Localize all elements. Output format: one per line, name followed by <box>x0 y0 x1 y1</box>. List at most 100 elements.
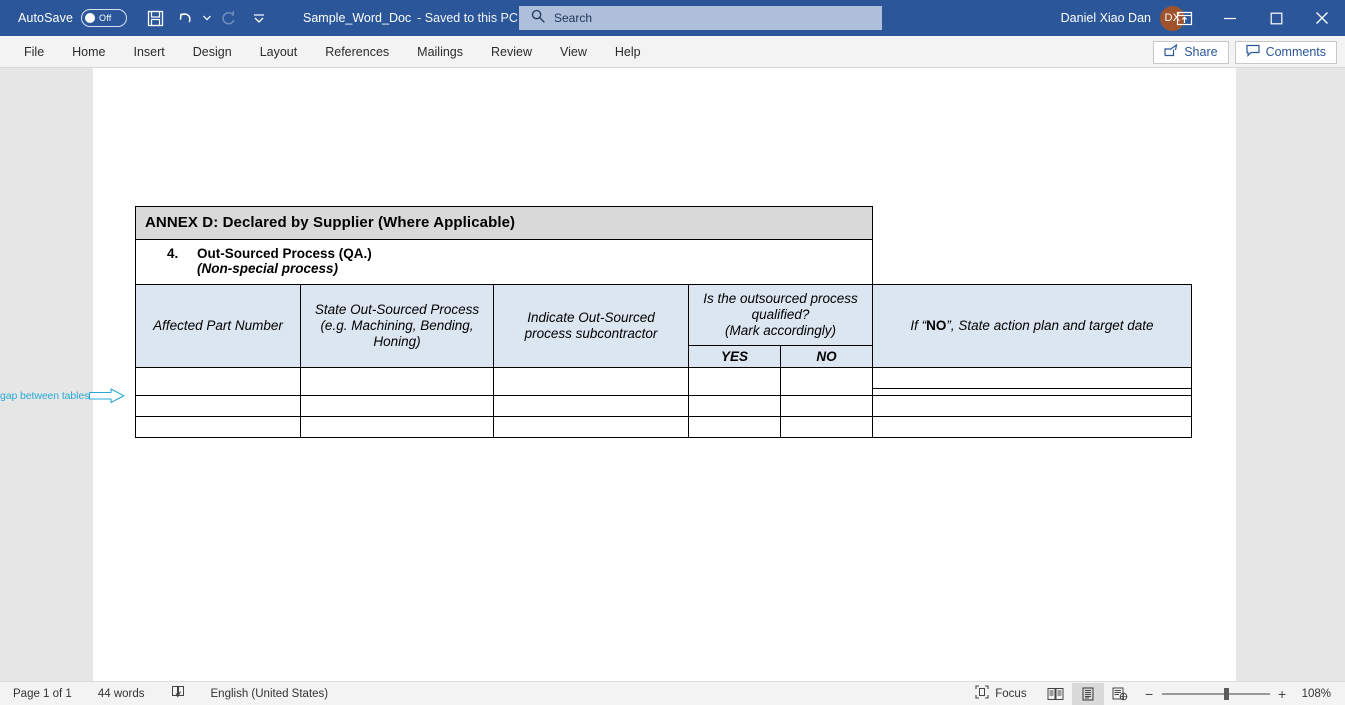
status-left-group: Page 1 of 1 44 words English (United Sta… <box>0 685 341 702</box>
gap-annotation-label: gap between tables <box>0 390 90 402</box>
undo-icon[interactable] <box>171 5 199 31</box>
zoom-level[interactable]: 108% <box>1296 688 1339 700</box>
save-status: - Saved to this PC <box>417 11 518 25</box>
zoom-track[interactable] <box>1161 687 1270 700</box>
redo-icon <box>215 5 243 31</box>
col2-line1: State Out-Sourced Process <box>314 302 480 317</box>
document-title-area[interactable]: Sample_Word_Doc - Saved to this PC <box>303 11 533 25</box>
annex-d-table[interactable]: ANNEX D: Declared by Supplier (Where App… <box>135 206 1192 410</box>
word-count[interactable]: 44 words <box>85 688 158 700</box>
annex-title-cell[interactable]: ANNEX D: Declared by Supplier (Where App… <box>135 206 873 240</box>
zoom-thumb[interactable] <box>1223 687 1229 700</box>
comments-button[interactable]: Comments <box>1234 40 1337 64</box>
cell-no-r2[interactable] <box>780 395 873 417</box>
tab-home[interactable]: Home <box>58 36 119 68</box>
col2-line3: Honing) <box>373 333 421 349</box>
col-header-no[interactable]: NO <box>780 344 873 368</box>
table-row[interactable] <box>135 395 1192 417</box>
tab-references[interactable]: References <box>311 36 403 68</box>
col-header-action-plan[interactable]: If “NO”, State action plan and target da… <box>872 284 1192 368</box>
cell-process-r2[interactable] <box>300 395 494 417</box>
cell-process-r3[interactable] <box>300 416 494 438</box>
minimize-icon[interactable] <box>1207 0 1253 36</box>
tab-help[interactable]: Help <box>601 36 655 68</box>
autosave-toggle-knob <box>85 13 96 23</box>
save-icon[interactable] <box>141 5 169 31</box>
autosave-control[interactable]: AutoSave Off <box>18 9 128 27</box>
proofing-errors-icon <box>171 685 185 702</box>
table-row-section-heading: 4. Out-Sourced Process (QA.) (Non-special… <box>135 239 1192 285</box>
autosave-label: AutoSave <box>18 11 74 25</box>
language-indicator[interactable]: English (United States) <box>198 688 342 700</box>
document-workspace[interactable]: ANNEX D: Declared by Supplier (Where App… <box>0 68 1345 681</box>
focus-mode-icon <box>975 685 989 702</box>
cell-yes-r2[interactable] <box>688 395 781 417</box>
search-icon <box>531 9 545 28</box>
col-header-qualified-question[interactable]: Is the outsourced process qualified? (Ma… <box>688 284 873 346</box>
user-name: Daniel Xiao Dan <box>1060 11 1151 25</box>
document-page[interactable]: ANNEX D: Declared by Supplier (Where App… <box>93 68 1236 681</box>
col-header-state-outsourced-process[interactable]: State Out-Sourced Process (e.g. Machinin… <box>300 284 494 368</box>
proofing-status[interactable] <box>158 685 198 702</box>
share-icon <box>1164 43 1178 60</box>
status-right-group: Focus − + 108% <box>962 682 1339 705</box>
col-header-affected-part-number[interactable]: Affected Part Number <box>135 284 301 368</box>
title-bar: AutoSave Off Sample_Word_Doc - Saved to … <box>0 0 1345 36</box>
tab-mailings[interactable]: Mailings <box>403 36 477 68</box>
comment-icon <box>1245 44 1260 60</box>
table-row-column-headers: Affected Part Number State Out-Sourced P… <box>135 284 1192 368</box>
table-row[interactable] <box>135 416 1192 438</box>
undo-dropdown-icon[interactable] <box>201 5 213 31</box>
tab-layout[interactable]: Layout <box>246 36 312 68</box>
section-title: Out-Sourced Process (QA.) <box>197 246 372 261</box>
col3-line1: Indicate Out-Sourced <box>527 309 655 325</box>
table-row[interactable] <box>135 366 1192 410</box>
col-header-indicate-subcontractor[interactable]: Indicate Out-Sourced process subcontract… <box>493 284 689 368</box>
page-indicator[interactable]: Page 1 of 1 <box>0 688 85 700</box>
ribbon-actions: Share Comments <box>1153 36 1337 68</box>
window-controls <box>1161 0 1345 36</box>
search-input[interactable]: Search <box>519 6 882 30</box>
web-layout-icon[interactable] <box>1104 683 1136 705</box>
ribbon-tabs: File Home Insert Design Layout Reference… <box>10 36 655 68</box>
comments-label: Comments <box>1265 45 1326 59</box>
close-icon[interactable] <box>1299 0 1345 36</box>
tab-design[interactable]: Design <box>179 36 246 68</box>
cell-subcontractor-r3[interactable] <box>493 416 689 438</box>
customize-quick-access-icon[interactable] <box>245 5 273 31</box>
tab-review[interactable]: Review <box>477 36 546 68</box>
section-heading-line1: 4. Out-Sourced Process (QA.) <box>167 246 863 261</box>
cell-subcontractor-r2[interactable] <box>493 395 689 417</box>
col-header-yes[interactable]: YES <box>688 344 781 368</box>
share-button[interactable]: Share <box>1153 40 1229 64</box>
col4-line3: (Mark accordingly) <box>724 322 837 338</box>
cell-no-r3[interactable] <box>780 416 873 438</box>
zoom-slider[interactable]: − + <box>1136 686 1296 702</box>
cell-action-plan-r3[interactable] <box>872 416 1192 438</box>
tab-file[interactable]: File <box>10 36 58 68</box>
cell-action-plan-r1a[interactable] <box>872 366 1192 389</box>
tab-view[interactable]: View <box>546 36 601 68</box>
autosave-state-label: Off <box>99 13 112 23</box>
share-label: Share <box>1184 45 1218 59</box>
ribbon-display-options-icon[interactable] <box>1161 0 1207 36</box>
ribbon-tab-bar: File Home Insert Design Layout Reference… <box>0 36 1345 68</box>
zoom-out-icon[interactable]: − <box>1144 686 1155 702</box>
table-row-annex-title: ANNEX D: Declared by Supplier (Where App… <box>135 206 1192 240</box>
second-table[interactable] <box>135 395 1192 438</box>
cell-action-plan-r2[interactable] <box>872 395 1192 417</box>
read-mode-icon[interactable] <box>1040 683 1072 705</box>
tab-insert[interactable]: Insert <box>120 36 179 68</box>
focus-mode-label: Focus <box>995 687 1027 700</box>
maximize-icon[interactable] <box>1253 0 1299 36</box>
cell-yes-r3[interactable] <box>688 416 781 438</box>
zoom-in-icon[interactable]: + <box>1277 686 1288 702</box>
autosave-toggle[interactable]: Off <box>81 9 128 27</box>
quick-access-toolbar <box>141 5 273 31</box>
cell-part-number-r3[interactable] <box>135 416 301 438</box>
col5-pre: If “ <box>910 317 927 333</box>
section-heading-cell[interactable]: 4. Out-Sourced Process (QA.) (Non-special… <box>135 239 873 285</box>
print-layout-icon[interactable] <box>1071 682 1104 705</box>
cell-part-number-r2[interactable] <box>135 395 301 417</box>
focus-mode-button[interactable]: Focus <box>962 685 1039 702</box>
